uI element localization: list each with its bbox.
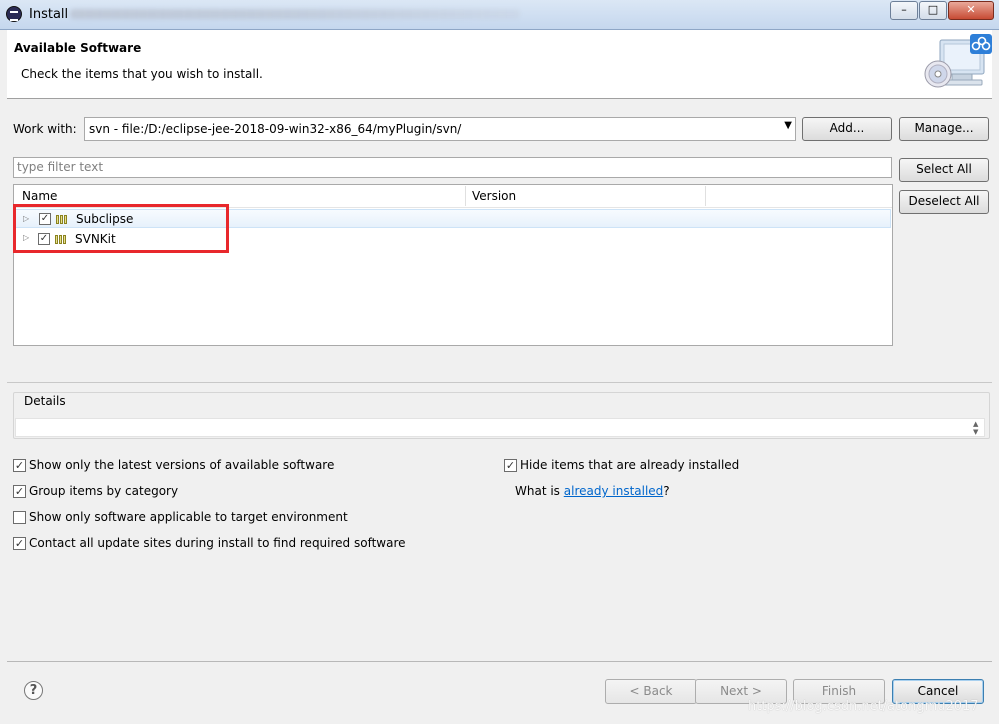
target-environment-label: Show only software applicable to target …	[29, 510, 348, 524]
latest-versions-label: Show only the latest versions of availab…	[29, 458, 335, 472]
column-divider[interactable]	[465, 186, 466, 206]
details-text[interactable]	[15, 418, 985, 437]
window-title: Install	[29, 7, 69, 22]
target-environment-checkbox[interactable]	[13, 511, 26, 524]
separator	[7, 382, 992, 383]
header-banner	[7, 30, 992, 99]
latest-versions-checkbox[interactable]: ✓	[13, 459, 26, 472]
footer-separator	[7, 661, 992, 662]
what-is-installed-text: What is already installed?	[515, 484, 670, 498]
scroll-arrows-icon[interactable]: ▲ ▼	[973, 420, 978, 436]
blurred-background-text	[70, 9, 520, 19]
hide-installed-label: Hide items that are already installed	[520, 458, 740, 472]
deselect-all-button[interactable]: Deselect All	[899, 190, 989, 214]
page-description: Check the items that you wish to install…	[21, 67, 263, 81]
maximize-button[interactable]: □	[919, 1, 947, 20]
contact-sites-label: Contact all update sites during install …	[29, 536, 406, 550]
watermark: https://blog.csdn.net/atongmu2017	[748, 699, 979, 714]
add-button[interactable]: Add...	[802, 117, 892, 141]
manage-button[interactable]: Manage...	[899, 117, 989, 141]
minimize-button[interactable]: –	[890, 1, 918, 20]
details-label: Details	[22, 394, 68, 408]
work-with-label: Work with:	[13, 122, 77, 136]
work-with-combo[interactable]: svn - file:/D:/eclipse-jee-2018-09-win32…	[84, 117, 796, 141]
what-is-suffix: ?	[663, 484, 670, 498]
install-wizard-icon	[920, 34, 992, 96]
close-button[interactable]: ✕	[948, 1, 994, 20]
already-installed-link[interactable]: already installed	[564, 484, 664, 498]
page-title: Available Software	[14, 41, 142, 55]
contact-sites-checkbox[interactable]: ✓	[13, 537, 26, 550]
group-by-category-label: Group items by category	[29, 484, 179, 498]
column-divider[interactable]	[705, 186, 706, 206]
chevron-down-icon[interactable]: ▼	[784, 120, 792, 131]
column-header-name[interactable]: Name	[22, 189, 57, 203]
back-button[interactable]: < Back	[605, 679, 697, 704]
what-is-prefix: What is	[515, 484, 564, 498]
title-bar: Install – □ ✕	[0, 0, 999, 30]
highlight-box	[13, 204, 229, 253]
column-header-version[interactable]: Version	[472, 189, 516, 203]
work-with-value: svn - file:/D:/eclipse-jee-2018-09-win32…	[89, 122, 462, 136]
group-by-category-checkbox[interactable]: ✓	[13, 485, 26, 498]
filter-input[interactable]: type filter text	[13, 157, 892, 178]
help-icon[interactable]: ?	[24, 681, 43, 700]
hide-installed-checkbox[interactable]: ✓	[504, 459, 517, 472]
eclipse-icon	[6, 6, 22, 22]
select-all-button[interactable]: Select All	[899, 158, 989, 182]
